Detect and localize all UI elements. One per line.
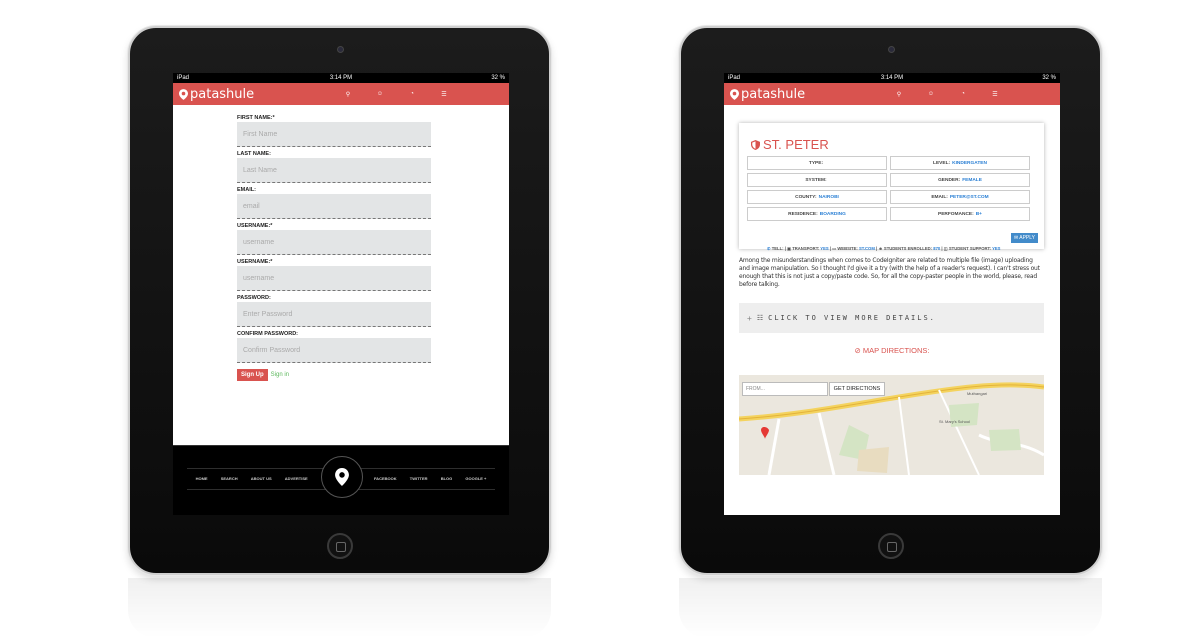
site-footer: HOME SEARCH ABOUT US ADVERTISE FACEBOOK … xyxy=(173,445,509,515)
signin-link[interactable]: Sign in xyxy=(271,372,289,378)
reflection xyxy=(128,578,551,638)
ipad-left-frame: iPad 3:14 PM 32 % patashule ⚲ ☺ ◔ ☰ FIRS… xyxy=(128,26,551,575)
bus-icon: ▣ xyxy=(787,246,792,251)
form-actions: Sign Up Sign in xyxy=(237,369,433,381)
ipad-right-frame: iPad 3:14 PM 32 % patashule ⚲ ☺ ◔ ☰ ST. … xyxy=(679,26,1102,575)
support-icon: ◫ xyxy=(943,246,948,251)
location-pin-icon xyxy=(730,88,739,100)
footer-link-blog[interactable]: BLOG xyxy=(441,476,453,481)
logo-text: patashule xyxy=(190,86,255,102)
signup-button[interactable]: Sign Up xyxy=(237,369,268,381)
location-pin-icon xyxy=(335,468,349,486)
footer-link-home[interactable]: HOME xyxy=(196,476,208,481)
footer-link-facebook[interactable]: FACEBOOK xyxy=(374,476,397,481)
get-directions-button[interactable]: GET DIRECTIONS xyxy=(829,382,885,396)
info-county: COUNTY: NAIROBI xyxy=(747,190,887,204)
map-view[interactable]: FROM... GET DIRECTIONS St. Mary's School… xyxy=(739,375,1044,475)
confirm-password-input[interactable]: Confirm Password xyxy=(237,338,431,363)
menu-icon[interactable]: ☰ xyxy=(990,91,1000,98)
more-details-label: CLICK TO VIEW MORE DETAILS. xyxy=(768,314,936,322)
username-confirm-label: USERNAME:* xyxy=(237,259,273,265)
monitor-icon: ▭ xyxy=(832,246,837,251)
footer-link-advertise[interactable]: ADVERTISE xyxy=(285,476,308,481)
info-residence: RESIDENCE: BOARDING xyxy=(747,207,887,221)
first-name-label: FIRST NAME:* xyxy=(237,115,275,121)
user-icon[interactable]: ☺ xyxy=(375,91,385,98)
info-gender: GENDER: FEMALE xyxy=(890,173,1030,187)
school-description: Among the misunderstandings when comes t… xyxy=(739,257,1040,288)
username-confirm-input[interactable]: username xyxy=(237,266,431,291)
username-label: USERNAME:* xyxy=(237,223,273,229)
status-bar: iPad 3:14 PM 32 % xyxy=(173,73,509,83)
user-icon[interactable]: ☺ xyxy=(926,91,936,98)
users-icon: ☻ xyxy=(878,246,883,251)
rss-icon[interactable]: ◔ xyxy=(958,91,968,98)
expand-icon: + xyxy=(747,313,752,323)
signup-screen: iPad 3:14 PM 32 % patashule ⚲ ☺ ◔ ☰ FIRS… xyxy=(173,73,509,515)
map-place-label: St. Mary's School xyxy=(939,419,970,424)
password-label: PASSWORD: xyxy=(237,295,271,301)
camera-icon xyxy=(887,46,895,53)
info-email: EMAIL: PETER@ST.COM xyxy=(890,190,1030,204)
email-input[interactable]: email xyxy=(237,194,431,219)
footer-link-search[interactable]: SEARCH xyxy=(221,476,238,481)
shield-icon xyxy=(751,139,760,150)
school-detail-screen: iPad 3:14 PM 32 % patashule ⚲ ☺ ◔ ☰ ST. … xyxy=(724,73,1060,515)
logo-text: patashule xyxy=(741,86,806,102)
password-input[interactable]: Enter Password xyxy=(237,302,431,327)
school-name: ST. PETER xyxy=(763,137,829,152)
top-navbar: patashule ⚲ ☺ ◔ ☰ xyxy=(173,83,509,105)
footer-link-twitter[interactable]: TWITTER xyxy=(410,476,428,481)
time-label: 3:14 PM xyxy=(880,75,904,81)
info-system: SYSTEM: xyxy=(747,173,887,187)
menu-icon[interactable]: ☰ xyxy=(439,91,449,98)
phone-icon: ✆ xyxy=(767,246,771,251)
school-title: ST. PETER xyxy=(751,137,829,152)
footer-link-google[interactable]: GOOGLE + xyxy=(465,476,486,481)
username-input[interactable]: username xyxy=(237,230,431,255)
signup-form: FIRST NAME:* First Name LAST NAME: Last … xyxy=(237,111,433,381)
info-level: LEVEL: KINDERGATEN xyxy=(890,156,1030,170)
reflection xyxy=(679,578,1102,638)
home-button[interactable] xyxy=(326,533,353,559)
apply-button[interactable]: ✉ APPLY xyxy=(1010,233,1038,243)
status-bar: iPad 3:14 PM 32 % xyxy=(724,73,1060,83)
search-icon[interactable]: ⚲ xyxy=(343,91,353,98)
logo[interactable]: patashule xyxy=(730,87,805,102)
info-type: TYPE: xyxy=(747,156,887,170)
footer-logo-circle[interactable] xyxy=(321,456,363,498)
footer-link-about[interactable]: ABOUT US xyxy=(251,476,272,481)
email-label: EMAIL: xyxy=(237,187,256,193)
more-details-toggle[interactable]: + ☷ CLICK TO VIEW MORE DETAILS. xyxy=(739,303,1044,333)
confirm-password-label: CONFIRM PASSWORD: xyxy=(237,331,299,337)
mockup-stage: iPad 3:14 PM 32 % patashule ⚲ ☺ ◔ ☰ FIRS… xyxy=(0,0,1200,640)
nav-icon-group: ⚲ ☺ ◔ ☰ xyxy=(343,91,449,98)
list-icon: ☷ xyxy=(756,314,764,322)
last-name-label: LAST NAME: xyxy=(237,151,271,157)
home-button[interactable] xyxy=(877,533,904,559)
info-performance: PERFOMANCE: B+ xyxy=(890,207,1030,221)
search-icon[interactable]: ⚲ xyxy=(894,91,904,98)
last-name-input[interactable]: Last Name xyxy=(237,158,431,183)
time-label: 3:14 PM xyxy=(329,75,353,81)
first-name-input[interactable]: First Name xyxy=(237,122,431,147)
compass-icon: ⊘ xyxy=(854,346,861,355)
logo[interactable]: patashule xyxy=(179,87,254,102)
map-place-label: Muthangari xyxy=(967,391,988,396)
from-input[interactable]: FROM... xyxy=(742,382,828,396)
school-info-grid: TYPE: LEVEL: KINDERGATEN SYSTEM: GENDER: F… xyxy=(747,156,1031,221)
camera-icon xyxy=(336,46,344,53)
map-directions-heading: ⊘ MAP DIRECTIONS: xyxy=(854,346,930,355)
location-pin-icon xyxy=(179,88,188,100)
nav-icon-group: ⚲ ☺ ◔ ☰ xyxy=(894,91,1000,98)
rss-icon[interactable]: ◔ xyxy=(407,91,417,98)
school-meta: ✆ TELL: | ▣ TRANSPORT: YES | ▭ WEBSITE: … xyxy=(767,246,1001,251)
top-navbar: patashule ⚲ ☺ ◔ ☰ xyxy=(724,83,1060,105)
school-card: ST. PETER TYPE: LEVEL: KINDERGATEN SYSTEM… xyxy=(739,123,1044,251)
